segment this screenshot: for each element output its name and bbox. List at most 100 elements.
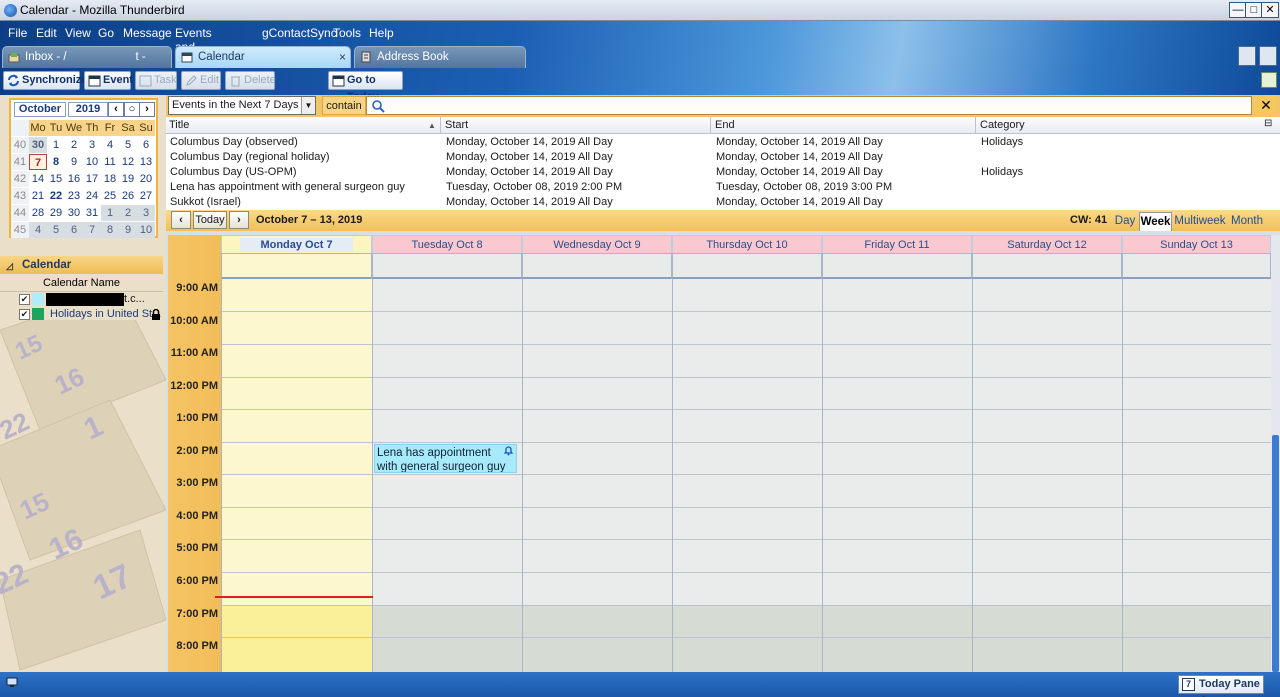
mini-day[interactable]: 10 [83,154,101,170]
mini-day[interactable]: 5 [119,137,137,153]
mini-day-today[interactable]: 7 [29,154,47,170]
day-header[interactable]: Thursday Oct 10 [672,235,822,253]
mini-day[interactable]: 28 [29,205,47,221]
mini-day[interactable]: 22 [47,188,65,204]
menu-go[interactable]: Go [98,26,114,40]
mini-day[interactable]: 3 [137,205,155,221]
list-item[interactable]: Columbus Day (regional holiday) Monday, … [166,150,1280,165]
day-header[interactable]: Wednesday Oct 9 [522,235,672,253]
day-column[interactable] [672,279,822,672]
collapse-triangle-icon[interactable]: ◿ [6,257,13,275]
list-item[interactable]: Sukkot (Israel) Monday, October 14, 2019… [166,195,1280,210]
mini-day[interactable]: 4 [29,222,47,238]
tab-inbox[interactable]: Inbox - / t - Gmail [2,46,172,83]
column-end[interactable]: End [715,119,735,131]
calendar-checkbox[interactable]: ✔ [19,309,30,320]
calendar-checkbox[interactable]: ✔ [19,294,30,305]
mini-day[interactable]: 9 [65,154,83,170]
close-button[interactable]: ✕ [1261,2,1279,18]
day-column[interactable] [1122,279,1271,672]
day-header[interactable]: Monday Oct 7 [221,235,372,253]
mini-day[interactable]: 20 [137,171,155,187]
all-day-cell[interactable] [972,253,1122,279]
scrollbar-thumb[interactable] [1272,435,1279,672]
all-day-cell[interactable] [221,253,372,279]
list-item[interactable]: Columbus Day (US-OPM) Monday, October 14… [166,165,1280,180]
mini-day[interactable]: 11 [101,154,119,170]
close-tab-icon[interactable]: × [339,47,346,67]
mini-day[interactable]: 17 [83,171,101,187]
mini-day[interactable]: 12 [119,154,137,170]
event-filter-select[interactable]: Events in the Next 7 Days ▼ [168,96,316,115]
column-picker-icon[interactable]: ⊟ [1264,118,1272,129]
mini-day[interactable]: 6 [65,222,83,238]
mini-day[interactable]: 19 [119,171,137,187]
app-menu-icon[interactable] [1261,72,1277,88]
dropdown-arrow-icon[interactable]: ▼ [301,97,315,114]
close-filter-icon[interactable]: ✕ [1255,96,1277,115]
menu-message[interactable]: Message [123,26,172,40]
all-day-cell[interactable] [822,253,972,279]
day-header[interactable]: Tuesday Oct 8 [372,235,522,253]
mini-day[interactable]: 6 [137,137,155,153]
mini-day[interactable]: 8 [47,154,65,170]
mini-day[interactable]: 30 [65,205,83,221]
day-header[interactable]: Saturday Oct 12 [972,235,1122,253]
mini-day[interactable]: 4 [101,137,119,153]
menu-help[interactable]: Help [369,26,394,40]
tab-week[interactable]: Week [1139,212,1172,231]
new-event-button[interactable]: Event [84,71,133,90]
menu-file[interactable]: File [8,26,27,40]
day-column[interactable] [522,279,672,672]
calendar-item[interactable]: ✔ Holidays in United St... [0,307,163,322]
menu-view[interactable]: View [65,26,91,40]
mini-day[interactable]: 18 [101,171,119,187]
vertical-scrollbar[interactable] [1271,235,1280,672]
tab-month[interactable]: Month [1229,212,1265,231]
mini-day[interactable]: 1 [101,205,119,221]
mini-day[interactable]: 29 [47,205,65,221]
day-header[interactable]: Sunday Oct 13 [1122,235,1271,253]
mini-day[interactable]: 16 [65,171,83,187]
mini-day[interactable]: 14 [29,171,47,187]
mini-day[interactable]: 31 [83,205,101,221]
list-item[interactable]: Lena has appointment with general surgeo… [166,180,1280,195]
menu-tools[interactable]: Tools [333,26,361,40]
today-circle-icon[interactable]: ○ [124,102,140,117]
tab-day[interactable]: Day [1112,212,1138,231]
day-header[interactable]: Friday Oct 11 [822,235,972,253]
delete-button[interactable]: Delete [225,71,276,90]
tab-calendar[interactable]: Calendar × [175,46,351,68]
tab-address-book[interactable]: Address Book [354,46,526,68]
calendar-event[interactable]: Lena has appointment with general surgeo… [374,444,517,473]
menu-edit[interactable]: Edit [36,26,57,40]
today-button[interactable]: Today [193,211,227,229]
synchronize-button[interactable]: Synchronize [3,71,87,90]
mini-day[interactable]: 10 [137,222,155,238]
all-day-cell[interactable] [1122,253,1271,279]
all-day-cell[interactable] [372,253,522,279]
calendar-list-header[interactable]: ◿ Calendar [0,256,163,274]
all-day-cell[interactable] [672,253,822,279]
go-to-today-button[interactable]: Go to Today [328,71,403,103]
calendar-name-column-header[interactable]: Calendar Name [0,276,163,292]
menu-gcontactsync[interactable]: gContactSync [262,26,337,40]
mini-day[interactable]: 8 [101,222,119,238]
day-column[interactable] [221,279,372,672]
column-category[interactable]: Category [980,119,1025,131]
mini-day[interactable]: 25 [101,188,119,204]
mini-day[interactable]: 13 [137,154,155,170]
calendar-item[interactable]: ✔ t.c... [0,292,163,307]
mini-day[interactable]: 23 [65,188,83,204]
mini-day[interactable]: 2 [119,205,137,221]
mini-day[interactable]: 5 [47,222,65,238]
calendar-mode-icon[interactable] [1238,46,1256,66]
mini-day[interactable]: 21 [29,188,47,204]
day-column[interactable] [822,279,972,672]
previous-week-button[interactable]: ‹ [171,211,191,229]
mini-day[interactable]: 30 [29,137,47,153]
next-week-button[interactable]: › [229,211,249,229]
column-title[interactable]: Title [169,119,189,131]
day-column[interactable] [372,279,522,672]
tab-multiweek[interactable]: Multiweek [1174,212,1226,231]
